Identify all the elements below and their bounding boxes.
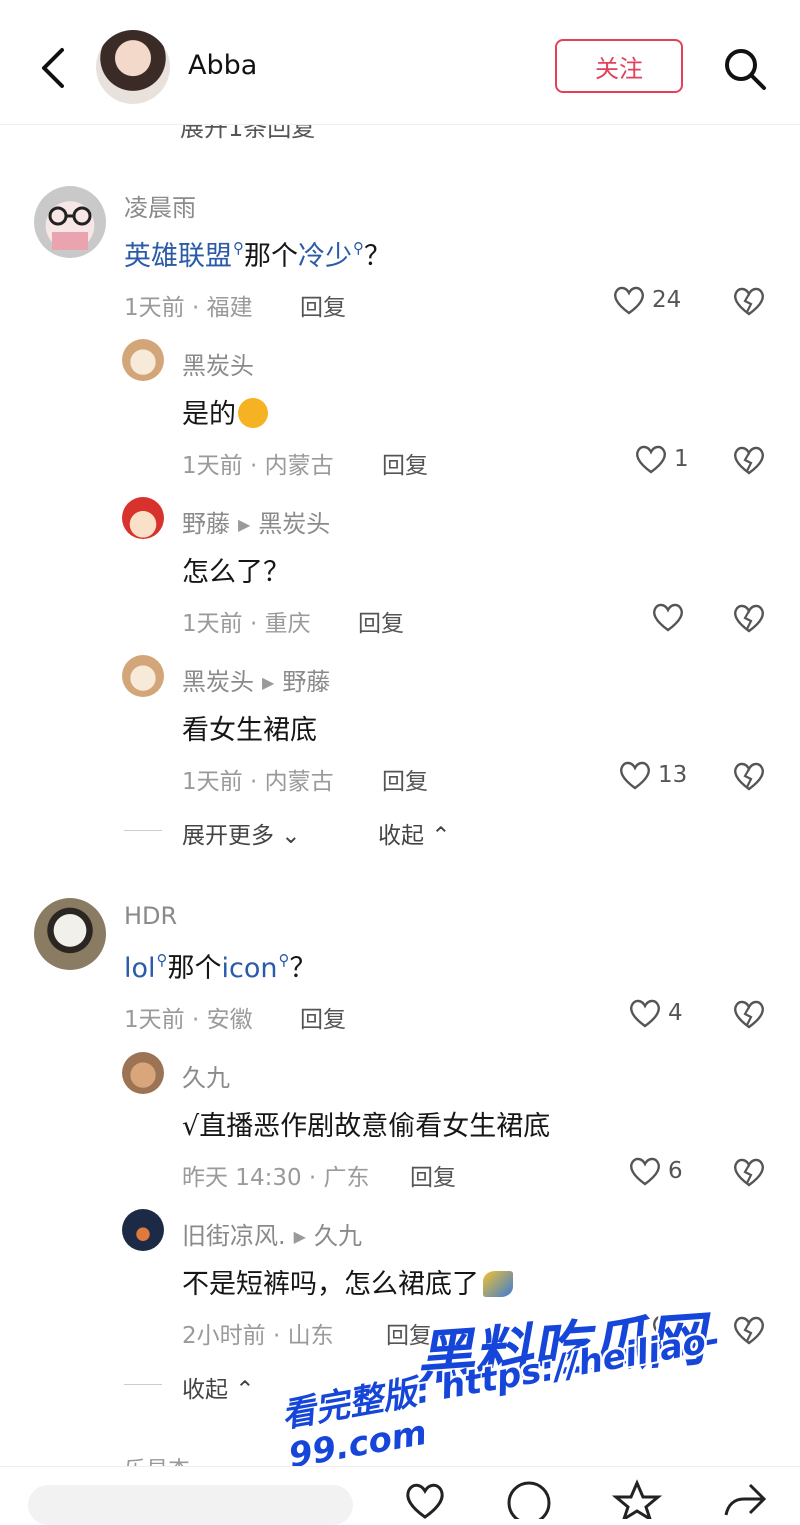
reply-meta: 1天前 · 内蒙古 <box>182 769 334 795</box>
reply-meta: 昨天 14:30 · 广东 <box>182 1165 370 1191</box>
share-icon[interactable] <box>720 1479 770 1519</box>
reply-button[interactable]: 回复 <box>358 604 404 638</box>
reply-arrow-icon: ▶ <box>293 1227 306 1246</box>
chevron-up-icon: ⌃ <box>228 1377 255 1403</box>
like-count: 6 <box>668 1158 683 1184</box>
divider <box>124 830 162 831</box>
heart-icon[interactable] <box>400 1479 450 1519</box>
reply-text: 看女生裙底 <box>182 715 317 746</box>
broken-heart-icon[interactable] <box>732 443 766 477</box>
heart-icon <box>653 603 683 632</box>
glasses-icon <box>48 206 92 250</box>
bottom-bar <box>0 1466 800 1525</box>
reply-arrow-icon: ▶ <box>262 673 275 692</box>
laughing-crying-emoji-icon <box>238 398 268 428</box>
like-count: 4 <box>668 1000 683 1026</box>
chevron-up-icon: ⌃ <box>424 823 451 849</box>
comment-username[interactable]: 凌晨雨 <box>124 188 196 223</box>
heart-icon <box>636 445 666 474</box>
heart-icon <box>620 761 650 790</box>
reply-button[interactable]: 回复 <box>300 1000 346 1034</box>
reply-button[interactable]: 回复 <box>300 288 346 322</box>
avatar[interactable] <box>122 655 164 697</box>
reply-username[interactable]: 旧街凉风. ▶ 久九 <box>182 1216 362 1251</box>
avatar[interactable] <box>96 30 170 104</box>
divider <box>124 1384 162 1385</box>
broken-heart-icon[interactable] <box>732 997 766 1031</box>
expand-more-button[interactable]: 展开更多 ⌄ <box>182 816 301 850</box>
search-link[interactable]: lol <box>124 953 156 984</box>
reply-meta: 1天前 · 重庆 <box>182 611 311 637</box>
search-link[interactable]: 英雄联盟 <box>124 241 232 272</box>
avatar[interactable] <box>122 1052 164 1094</box>
follow-button[interactable]: 关注 <box>555 39 683 93</box>
reply-button[interactable]: 回复 <box>410 1158 456 1192</box>
search-lens-icon: ⚲ <box>233 239 244 257</box>
broken-heart-icon[interactable] <box>732 759 766 793</box>
avatar[interactable] <box>122 497 164 539</box>
header-bar: Abba 关注 <box>0 0 800 125</box>
heart-icon <box>630 1157 660 1186</box>
heart-icon <box>614 286 644 315</box>
reply-button[interactable]: 回复 <box>382 762 428 796</box>
avatar[interactable] <box>34 186 106 258</box>
star-icon[interactable] <box>612 1479 662 1519</box>
comment-text: lol⚲那个icon⚲？ <box>124 951 317 984</box>
reply-button[interactable]: 回复 <box>382 446 428 480</box>
comment-icon[interactable] <box>504 1479 554 1519</box>
heart-icon <box>630 999 660 1028</box>
chevron-down-icon: ⌄ <box>274 823 301 849</box>
avatar[interactable] <box>34 898 106 970</box>
reply-text: 怎么了？ <box>182 557 290 588</box>
like-button[interactable]: 6 <box>628 1155 683 1187</box>
reply-username[interactable]: 野藤 ▶ 黑炭头 <box>182 504 330 539</box>
broken-heart-icon[interactable] <box>732 601 766 635</box>
search-lens-icon: ⚲ <box>156 951 168 969</box>
like-button[interactable]: 24 <box>612 284 681 316</box>
like-count: 1 <box>674 446 689 472</box>
reply-username[interactable]: 黑炭头 ▶ 野藤 <box>182 662 330 697</box>
comment-username[interactable]: HDR <box>124 902 177 930</box>
like-button[interactable]: 4 <box>628 997 683 1029</box>
reply-arrow-icon: ▶ <box>238 515 251 534</box>
like-count: 13 <box>658 762 688 788</box>
avatar[interactable] <box>122 1209 164 1251</box>
like-button[interactable]: 13 <box>618 759 687 791</box>
back-icon[interactable] <box>34 44 74 92</box>
like-button[interactable]: 1 <box>634 443 689 475</box>
search-link[interactable]: 冷少 <box>298 241 352 272</box>
reply-text: 不是短裤吗，怎么裙底了 <box>182 1262 513 1301</box>
reply-username[interactable]: 黑炭头 <box>182 346 254 381</box>
broken-heart-icon[interactable] <box>732 284 766 318</box>
like-button[interactable] <box>651 601 691 633</box>
comment-meta: 1天前 · 福建 <box>124 295 253 321</box>
reply-text: √直播恶作剧故意偷看女生裙底 <box>182 1111 551 1142</box>
search-lens-icon: ⚲ <box>278 951 290 969</box>
search-lens-icon: ⚲ <box>353 239 364 257</box>
comment-meta: 1天前 · 安徽 <box>124 1007 253 1033</box>
profile-username[interactable]: Abba <box>188 50 257 81</box>
emoji-icon <box>483 1271 513 1297</box>
search-link[interactable]: icon <box>222 953 278 984</box>
collapse-button[interactable]: 收起 ⌃ <box>378 816 451 850</box>
like-count: 24 <box>652 287 682 313</box>
reply-meta: 2小时前 · 山东 <box>182 1323 334 1349</box>
reply-meta: 1天前 · 内蒙古 <box>182 453 334 479</box>
search-icon[interactable] <box>722 46 768 92</box>
reply-text: 是的 <box>182 392 268 431</box>
comment-input[interactable] <box>28 1485 353 1525</box>
broken-heart-icon[interactable] <box>732 1155 766 1189</box>
reply-username[interactable]: 久九 <box>182 1058 230 1093</box>
collapse-button[interactable]: 收起 ⌃ <box>182 1370 255 1404</box>
comment-text: 英雄联盟⚲那个冷少⚲？ <box>124 239 391 272</box>
avatar[interactable] <box>122 339 164 381</box>
